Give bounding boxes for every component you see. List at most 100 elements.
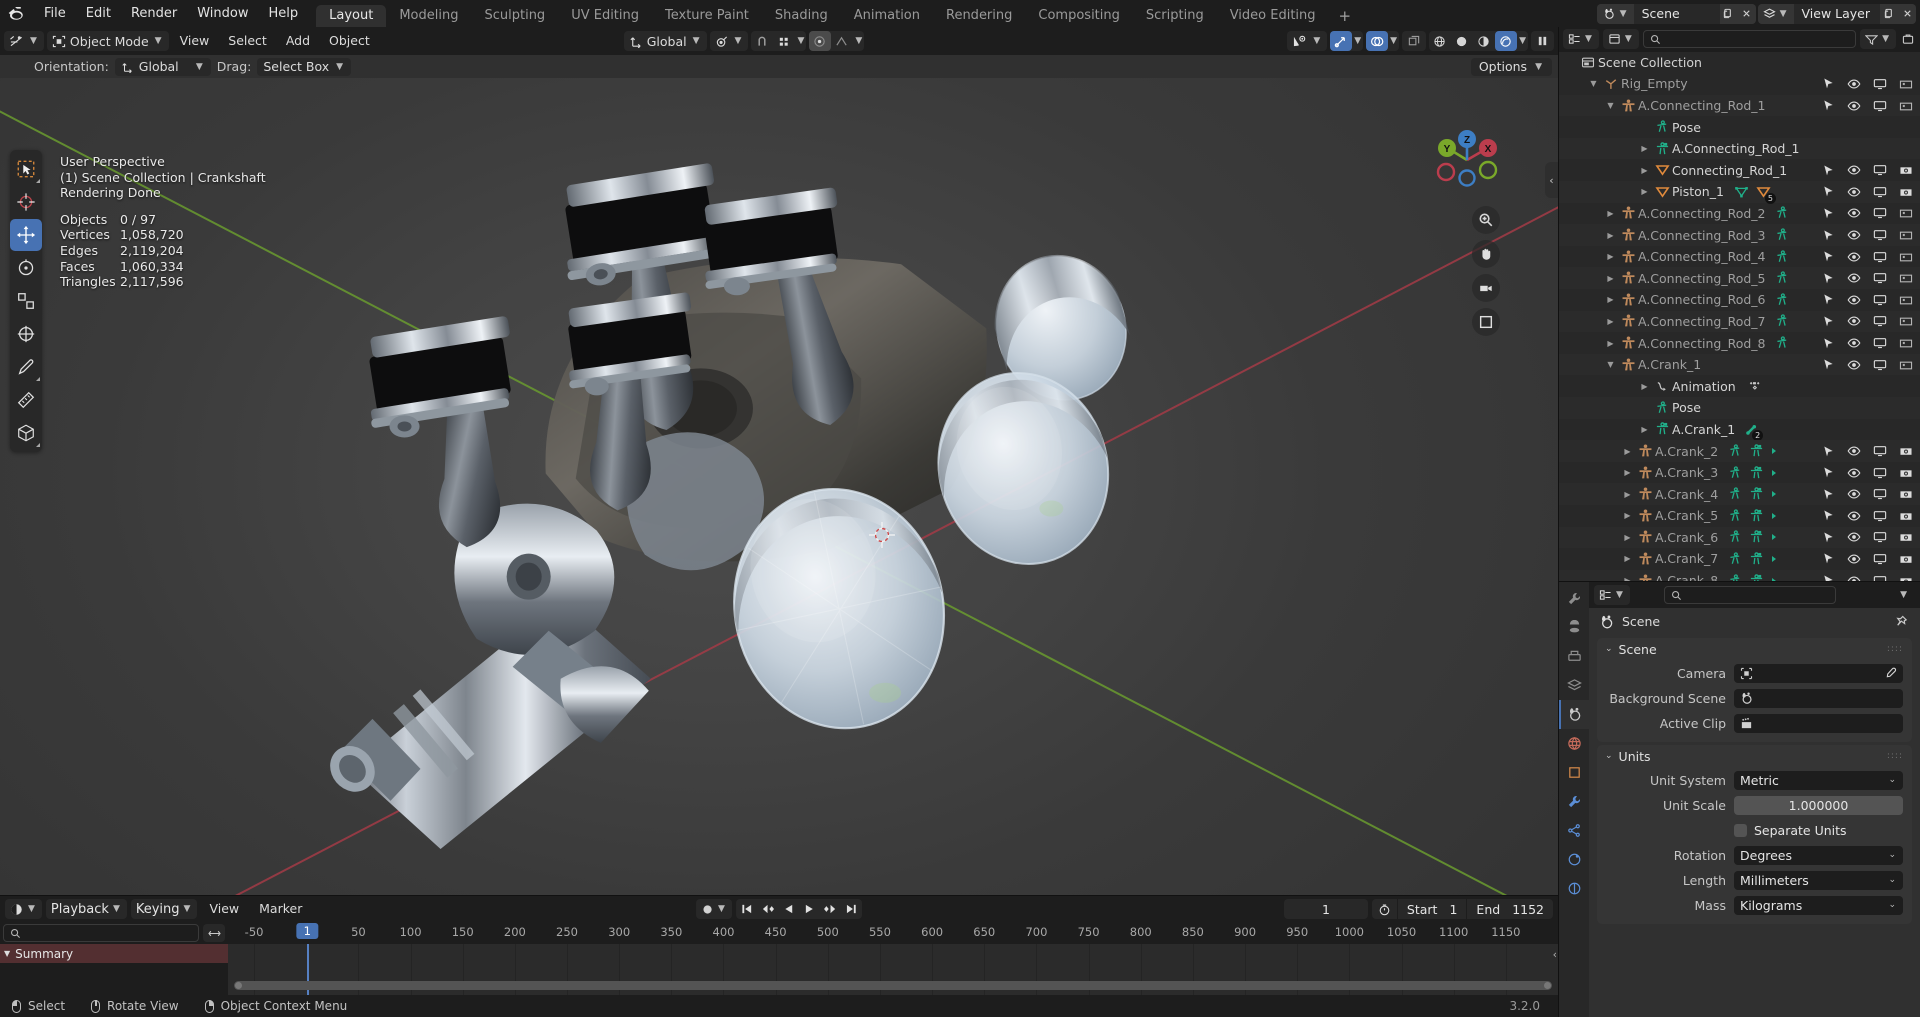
disable-in-viewports-icon[interactable] (1873, 337, 1887, 349)
workspace-tab-modeling[interactable]: Modeling (386, 5, 471, 27)
disable-in-renders-icon[interactable] (1899, 294, 1913, 306)
armature-data-icon[interactable] (1749, 573, 1764, 581)
expand-icon[interactable]: ▶ (1637, 425, 1652, 434)
hide-in-viewport-icon[interactable] (1847, 207, 1861, 219)
outliner-row[interactable]: ▶ A.Connecting_Rod_3 (1559, 224, 1920, 246)
disable-in-viewports-icon[interactable] (1873, 359, 1887, 371)
outliner-tree[interactable]: Scene Collection ▼ Rig_Empty ▼ A.Connectin… (1559, 51, 1920, 581)
disable-in-viewports-icon[interactable] (1873, 229, 1887, 241)
disable-in-renders-icon[interactable] (1899, 164, 1913, 176)
restrict-select-icon[interactable] (1822, 509, 1835, 522)
menu-window[interactable]: Window (187, 0, 258, 27)
panel-header[interactable]: ⌄ Scene :::: (1597, 638, 1912, 660)
expand-icon[interactable]: ▶ (1620, 468, 1635, 477)
current-frame-field[interactable]: 1 (1283, 899, 1368, 919)
timeline-menu-marker[interactable]: Marker (251, 899, 310, 919)
properties-tab-world[interactable] (1559, 729, 1589, 758)
properties-options-chevron-icon[interactable]: ▼ (1898, 590, 1915, 600)
scene-name-field[interactable]: Scene (1633, 3, 1720, 24)
properties-tab-render[interactable] (1559, 613, 1589, 642)
hide-in-viewport-icon[interactable] (1847, 575, 1861, 581)
summary-channel-row[interactable]: ▼ Summary (0, 944, 228, 963)
unlink-scene-icon[interactable] (1737, 3, 1756, 24)
sidebar-collapse-arrow-icon[interactable]: ‹ (1545, 162, 1558, 198)
expand-icon[interactable]: ▶ (1620, 554, 1635, 563)
properties-tab-scene[interactable] (1559, 700, 1589, 729)
view-layer-selector[interactable]: ▼ View Layer (1757, 3, 1916, 24)
expand-icon[interactable]: ▼ (1603, 360, 1618, 369)
outliner-row[interactable]: ▼ A.Crank_1 (1559, 353, 1920, 376)
disable-in-renders-icon[interactable] (1899, 100, 1913, 112)
editor-type-button[interactable]: ▼ (4, 31, 44, 51)
tool-add-cube[interactable] (10, 417, 42, 449)
expand-icon[interactable]: ▶ (1603, 231, 1618, 240)
expand-icon[interactable]: ▶ (1620, 576, 1635, 581)
hide-in-viewport-icon[interactable] (1847, 186, 1861, 198)
disable-in-renders-icon[interactable] (1899, 229, 1913, 241)
disable-in-renders-icon[interactable] (1899, 467, 1913, 479)
viewport-menu-select[interactable]: Select (220, 31, 275, 51)
timeline-menu-view[interactable]: View (201, 899, 247, 919)
restrict-select-icon[interactable] (1822, 445, 1835, 458)
pin-icon[interactable] (1894, 615, 1908, 629)
expand-icon[interactable]: ▶ (1637, 144, 1652, 153)
outliner-editor-type-button[interactable]: ▼ (1563, 29, 1599, 50)
workspace-tab-animation[interactable]: Animation (841, 5, 933, 27)
hide-in-viewport-icon[interactable] (1847, 164, 1861, 176)
active-clip-field[interactable] (1734, 713, 1903, 733)
tool-annotate[interactable] (10, 351, 42, 383)
expand-icon[interactable]: ▶ (1620, 447, 1635, 456)
outliner-row[interactable]: ▶ Piston_1 5 (1559, 181, 1920, 204)
unit-system-dropdown[interactable]: Metric ⌄ (1734, 770, 1903, 790)
pose-icon[interactable] (1728, 552, 1742, 566)
workspace-tab-texture-paint[interactable]: Texture Paint (652, 5, 762, 27)
properties-tab-output[interactable] (1559, 642, 1589, 671)
dot-icon[interactable] (1771, 577, 1779, 581)
menu-file[interactable]: File (34, 0, 76, 27)
timeline-editor-type-button[interactable]: ▼ (5, 899, 42, 919)
restrict-select-icon[interactable] (1822, 185, 1835, 198)
outliner-row[interactable]: ▶ A.Connecting_Rod_5 (1559, 267, 1920, 290)
expand-icon[interactable]: ▶ (1620, 511, 1635, 520)
toggle-camera-view-icon[interactable] (1472, 274, 1500, 302)
hide-in-viewport-icon[interactable] (1847, 78, 1861, 90)
unit-scale-number-field[interactable]: 1.000000 (1734, 795, 1903, 815)
workspace-tab-video-editing[interactable]: Video Editing (1217, 5, 1329, 27)
outliner-row[interactable]: ▶ A.Connecting_Rod_6 (1559, 289, 1920, 311)
timeline-track-area[interactable]: -50 50 100 150 200 250 300 350 400 450 500 550 600 65… (228, 922, 1558, 995)
properties-tab-view-layer[interactable] (1559, 671, 1589, 700)
disable-in-viewports-icon[interactable] (1873, 315, 1887, 327)
outliner-row[interactable]: Pose (1559, 397, 1920, 419)
play-button[interactable] (799, 899, 820, 919)
properties-tab-physics[interactable] (1559, 845, 1589, 874)
expand-icon[interactable]: ▶ (1603, 209, 1618, 218)
expand-icon[interactable]: ▶ (1603, 339, 1618, 348)
tool-transform[interactable] (10, 318, 42, 350)
separate-units-checkbox[interactable]: Separate Units (1734, 823, 1903, 838)
pose-icon[interactable] (1775, 228, 1789, 242)
pose-icon[interactable] (1728, 573, 1742, 581)
outliner-row[interactable]: ▶ A.Connecting_Rod_8 (1559, 332, 1920, 354)
expand-icon[interactable]: ▶ (1637, 166, 1652, 175)
disable-in-viewports-icon[interactable] (1873, 553, 1887, 565)
disable-in-renders-icon[interactable] (1899, 272, 1913, 284)
next-keyframe-button[interactable] (820, 899, 841, 919)
properties-tab-constraints[interactable] (1559, 874, 1589, 903)
timeline-playhead-label[interactable]: 1 (296, 923, 318, 939)
dot-icon[interactable] (1771, 490, 1779, 498)
disable-in-viewports-icon[interactable] (1873, 272, 1887, 284)
disable-in-renders-icon[interactable] (1899, 445, 1913, 457)
play-reverse-button[interactable] (778, 899, 799, 919)
dot-icon[interactable] (1771, 469, 1779, 477)
properties-tab-tool[interactable] (1559, 584, 1589, 613)
outliner-row[interactable]: ▶ A.Connecting_Rod_2 (1559, 203, 1920, 225)
restrict-select-icon[interactable] (1822, 293, 1835, 306)
hide-in-viewport-icon[interactable] (1847, 445, 1861, 457)
pose-icon[interactable] (1775, 314, 1789, 328)
pose-icon[interactable] (1728, 509, 1742, 523)
expand-icon[interactable]: ▶ (1603, 274, 1618, 283)
disable-in-viewports-icon[interactable] (1873, 531, 1887, 543)
pose-icon[interactable] (1775, 206, 1789, 220)
drag-dropdown[interactable]: Select Box ▼ (257, 57, 352, 76)
xray-toggle-icon[interactable] (1402, 31, 1427, 51)
